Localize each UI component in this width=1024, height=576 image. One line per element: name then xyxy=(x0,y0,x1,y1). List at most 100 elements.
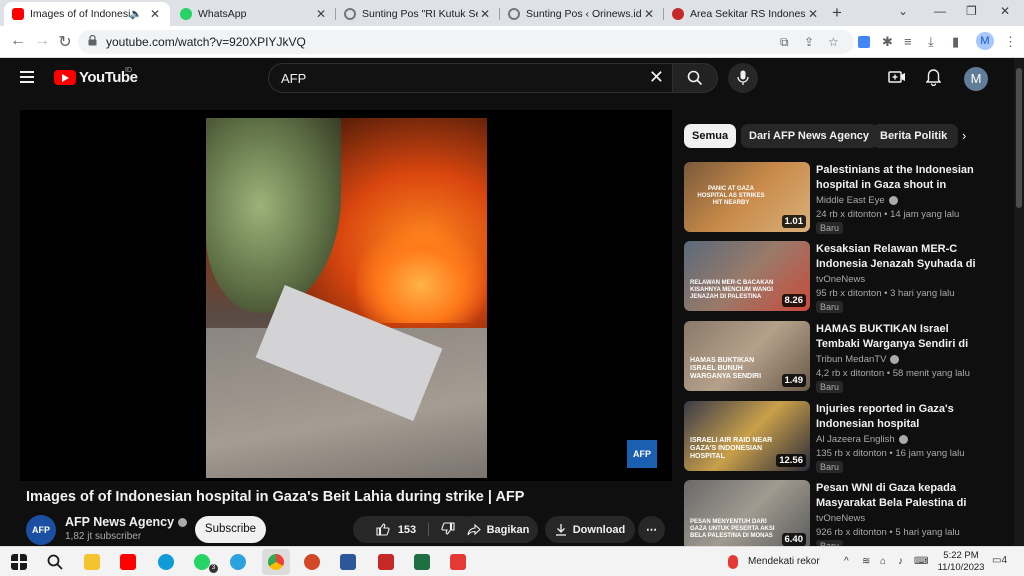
share-button[interactable]: Bagikan xyxy=(458,516,538,543)
windows-start-icon[interactable] xyxy=(11,554,27,570)
close-tab-icon[interactable]: ✕ xyxy=(148,7,162,21)
recommendation-item[interactable]: PANIC AT GAZA HOSPITAL AS STRIKES HIT NE… xyxy=(684,162,984,234)
notifications-bell-icon[interactable] xyxy=(926,69,941,86)
system-clock[interactable]: 5:22 PM 11/10/2023 xyxy=(936,550,986,574)
recommendation-title[interactable]: HAMAS BUKTIKAN Israel Tembaki Warganya S… xyxy=(816,322,976,352)
youtube-app-icon[interactable] xyxy=(120,554,136,570)
file-explorer-icon[interactable] xyxy=(84,554,100,570)
chip-berita-politik[interactable]: Berita Politik xyxy=(872,124,958,148)
minimize-icon[interactable]: — xyxy=(934,4,946,18)
forward-arrow-icon[interactable]: → xyxy=(32,32,52,50)
channel-name-text[interactable]: AFP News Agency xyxy=(65,515,174,529)
clear-search-icon[interactable]: ✕ xyxy=(649,67,664,88)
chip-dari-afp[interactable]: Dari AFP News Agency xyxy=(741,124,878,148)
network-icon[interactable]: ⌂ xyxy=(880,556,886,567)
powerpoint-icon[interactable] xyxy=(304,554,320,570)
translate-icon[interactable] xyxy=(858,36,870,48)
search-icon[interactable] xyxy=(47,554,63,570)
video-thumbnail[interactable]: PESAN MENYENTUH DARI GAZA UNTUK PESERTA … xyxy=(684,480,810,550)
weather-text[interactable]: Mendekati rekor xyxy=(748,556,820,567)
share-page-icon[interactable]: ⇪ xyxy=(804,35,814,49)
video-thumbnail[interactable]: RELAWAN MER-C BACAKAN KISAHNYA MENCIUM W… xyxy=(684,241,810,311)
adobe-icon[interactable] xyxy=(378,554,394,570)
search-query[interactable]: AFP xyxy=(281,71,306,86)
search-input[interactable]: AFP ✕ xyxy=(268,63,673,93)
channel-avatar[interactable]: AFP xyxy=(26,515,56,545)
whatsapp-icon[interactable] xyxy=(194,554,210,570)
chrome-profile-avatar[interactable]: M xyxy=(976,32,994,50)
recommendation-channel[interactable]: Middle East Eye xyxy=(816,195,898,206)
recommendation-channel[interactable]: Al Jazeera English xyxy=(816,434,908,445)
user-avatar[interactable]: M xyxy=(964,67,988,91)
download-icon[interactable]: ⤓ xyxy=(928,34,934,50)
close-tab-icon[interactable]: ✕ xyxy=(806,7,820,21)
reload-icon[interactable]: ↻ xyxy=(55,32,75,52)
chrome-icon[interactable] xyxy=(268,554,284,570)
tab-sunting-pos-1[interactable]: Sunting Pos "RI Kutuk Seran ✕ xyxy=(336,2,500,26)
recommendation-channel[interactable]: tvOneNews xyxy=(816,513,865,524)
channel-text[interactable]: tvOneNews xyxy=(816,274,865,285)
recommendation-item[interactable]: RELAWAN MER-C BACAKAN KISAHNYA MENCIUM W… xyxy=(684,241,984,313)
close-window-icon[interactable]: ✕ xyxy=(1000,4,1010,18)
channel-text[interactable]: Middle East Eye xyxy=(816,195,885,206)
tab-sunting-pos-2[interactable]: Sunting Pos ‹ Orinews.id — ✕ xyxy=(500,2,664,26)
chip-semua[interactable]: Semua xyxy=(684,124,737,148)
tab-whatsapp[interactable]: WhatsApp ✕ xyxy=(172,2,336,26)
bookmark-star-icon[interactable]: ☆ xyxy=(828,35,839,49)
restore-icon[interactable]: ❐ xyxy=(966,4,977,18)
edge-icon[interactable] xyxy=(158,554,174,570)
subscribe-button[interactable]: Subscribe xyxy=(195,516,266,543)
extensions-puzzle-icon[interactable]: ✱ xyxy=(882,34,893,50)
close-tab-icon[interactable]: ✕ xyxy=(478,7,492,21)
video-thumbnail[interactable]: ISRAELI AIR RAID NEAR GAZA'S INDONESIAN … xyxy=(684,401,810,471)
chips-next-arrow-icon[interactable]: › xyxy=(962,128,966,143)
create-video-icon[interactable] xyxy=(888,69,906,85)
youtube-logo-icon[interactable] xyxy=(54,70,76,85)
channel-text[interactable]: tvOneNews xyxy=(816,513,865,524)
app-shield-icon[interactable] xyxy=(450,554,466,570)
excel-icon[interactable] xyxy=(414,554,430,570)
back-arrow-icon[interactable]: ← xyxy=(8,32,28,50)
tray-chevron-icon[interactable]: ^ xyxy=(844,556,849,567)
search-button[interactable] xyxy=(672,63,718,93)
side-panel-icon[interactable]: ▮ xyxy=(952,34,959,50)
recommendation-item[interactable]: ISRAELI AIR RAID NEAR GAZA'S INDONESIAN … xyxy=(684,401,984,473)
dislike-button[interactable] xyxy=(429,521,455,538)
notifications-icon[interactable]: ▭4 xyxy=(992,555,1007,566)
voice-search-button[interactable] xyxy=(728,63,758,93)
speaker-icon[interactable]: 🔈 xyxy=(130,9,142,20)
recommendation-title[interactable]: Pesan WNI di Gaza kepada Masyarakat Bela… xyxy=(816,481,976,511)
new-tab-icon[interactable]: + xyxy=(832,3,842,23)
hamburger-menu-icon[interactable] xyxy=(20,71,34,83)
recommendation-title[interactable]: Injuries reported in Gaza's Indonesian h… xyxy=(816,402,976,432)
word-icon[interactable] xyxy=(340,554,356,570)
video-player[interactable]: AFP xyxy=(20,110,672,481)
close-tab-icon[interactable]: ✕ xyxy=(314,7,328,21)
close-tab-icon[interactable]: ✕ xyxy=(642,7,656,21)
recommendation-title[interactable]: Palestinians at the Indonesian hospital … xyxy=(816,163,976,193)
recommendation-title[interactable]: Kesaksian Relawan MER-C Indonesia Jenaza… xyxy=(816,242,976,272)
tab-search-icon[interactable]: ⌄ xyxy=(898,4,908,18)
recommendation-item[interactable]: PESAN MENYENTUH DARI GAZA UNTUK PESERTA … xyxy=(684,480,984,552)
channel-name[interactable]: AFP News Agency xyxy=(65,515,188,529)
video-thumbnail[interactable]: PANIC AT GAZA HOSPITAL AS STRIKES HIT NE… xyxy=(684,162,810,232)
scrollbar-thumb[interactable] xyxy=(1016,68,1022,208)
url-text[interactable]: youtube.com/watch?v=920XPIYJkVQ xyxy=(106,35,306,49)
tab-youtube[interactable]: Images of of Indonesia 🔈 ✕ xyxy=(4,2,170,26)
page-scrollbar[interactable] xyxy=(1014,58,1024,546)
recommendation-item[interactable]: HAMAS BUKTIKAN ISRAEL BUNUH WARGANYA SEN… xyxy=(684,321,984,393)
more-actions-button[interactable]: ⋯ xyxy=(638,516,665,543)
keyboard-icon[interactable]: ⌨ xyxy=(914,556,928,567)
channel-text[interactable]: Tribun MedanTV xyxy=(816,354,886,365)
telegram-icon[interactable] xyxy=(230,554,246,570)
video-thumbnail[interactable]: HAMAS BUKTIKAN ISRAEL BUNUH WARGANYA SEN… xyxy=(684,321,810,391)
like-button[interactable]: 153 xyxy=(376,523,430,536)
volume-icon[interactable]: ♪ xyxy=(898,556,903,567)
recommendation-channel[interactable]: tvOneNews xyxy=(816,274,865,285)
wifi-icon[interactable]: ≋ xyxy=(862,556,870,567)
reading-list-icon[interactable]: ≡ xyxy=(904,34,912,49)
channel-text[interactable]: Al Jazeera English xyxy=(816,434,895,445)
recommendation-channel[interactable]: Tribun MedanTV xyxy=(816,354,900,365)
lock-icon[interactable] xyxy=(88,35,97,46)
tab-area-sekitar[interactable]: Area Sekitar RS Indonesia di ✕ xyxy=(664,2,828,26)
